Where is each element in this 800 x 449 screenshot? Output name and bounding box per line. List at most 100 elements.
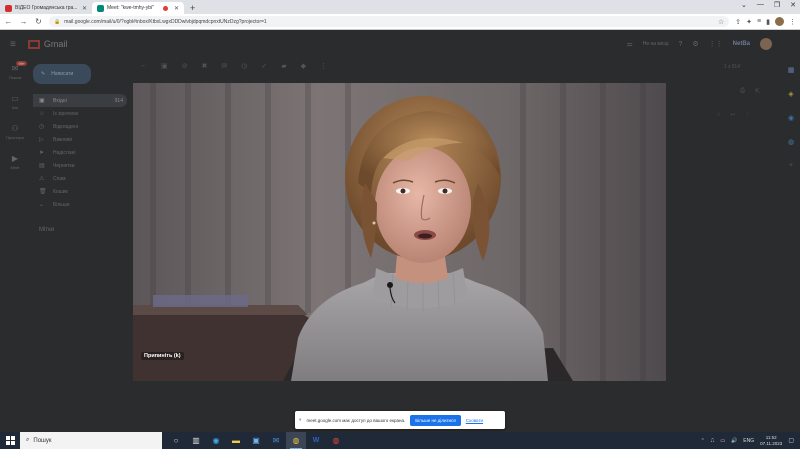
tasks-icon[interactable]: ◉ bbox=[788, 114, 794, 122]
add-addon-icon[interactable]: + bbox=[789, 162, 793, 169]
taskbar-explorer[interactable]: ▬ bbox=[226, 432, 246, 449]
taskbar-widgets[interactable]: ▥ bbox=[186, 432, 206, 449]
hamburger-menu-icon[interactable]: ≡ bbox=[10, 39, 16, 50]
forward-button[interactable]: → bbox=[19, 17, 28, 26]
usb-icon[interactable]: ⎍ bbox=[711, 438, 715, 444]
language-indicator[interactable]: ENG bbox=[743, 438, 754, 444]
folder-trash[interactable]: 🗑 Кошик bbox=[33, 185, 127, 198]
clock-date: 07.11.2023 bbox=[760, 440, 783, 446]
extensions-icon[interactable]: ✦ bbox=[746, 18, 752, 26]
more-icon[interactable]: ⋮ bbox=[320, 62, 327, 70]
minimize-button[interactable]: — bbox=[757, 1, 764, 9]
help-icon[interactable]: ? bbox=[678, 41, 682, 48]
sliders-icon[interactable]: ⚌ bbox=[626, 40, 632, 48]
mark-unread-icon[interactable]: ✉ bbox=[221, 62, 227, 70]
video-player[interactable]: Припиніть (k) bbox=[133, 83, 666, 381]
rail-meet[interactable]: ▶ Meet bbox=[11, 154, 20, 170]
sidepanel-icon[interactable]: ▮ bbox=[766, 18, 770, 26]
rail-spaces[interactable]: ⚇ Простори bbox=[6, 124, 24, 140]
reload-button[interactable]: ↻ bbox=[34, 17, 43, 26]
add-task-icon[interactable]: ✓ bbox=[261, 62, 267, 70]
archive-icon[interactable]: ▣ bbox=[161, 62, 168, 70]
back-button[interactable]: ← bbox=[4, 17, 13, 26]
chevron-down-icon[interactable]: ⌄ bbox=[741, 1, 747, 9]
video-icon: ▶ bbox=[11, 154, 19, 163]
browser-tab-video[interactable]: ВІДЕО Громадянська гра... ✕ bbox=[0, 2, 92, 14]
rail-chat[interactable]: ▭ Чат bbox=[11, 94, 19, 110]
tab-title: Meet: "kwe-tmhy-ybi" bbox=[107, 5, 154, 11]
back-arrow-icon[interactable]: ← bbox=[140, 62, 147, 70]
apps-grid-icon[interactable]: ⋮⋮ bbox=[709, 40, 723, 48]
close-tab-icon[interactable]: ✕ bbox=[174, 5, 179, 12]
folder-label: Відкладені bbox=[53, 123, 78, 130]
bookmark-star-icon[interactable]: ☆ bbox=[718, 18, 724, 26]
url-bar[interactable]: 🔒 mail.google.com/mail/u/0/?ogbl#inbox/K… bbox=[49, 16, 730, 27]
hide-banner-link[interactable]: Сховати bbox=[466, 418, 483, 423]
compose-button[interactable]: ✎ Написати bbox=[33, 64, 91, 84]
folder-important[interactable]: ▷ Важливі bbox=[33, 133, 127, 146]
edge-icon: ◉ bbox=[212, 436, 220, 445]
media-icon[interactable]: ≡ bbox=[757, 18, 761, 25]
folder-drafts[interactable]: ▤ Чернетки bbox=[33, 159, 127, 172]
keep-icon[interactable]: ◈ bbox=[788, 90, 793, 98]
delete-icon[interactable]: ✖ bbox=[202, 62, 208, 70]
drag-handle-icon[interactable]: ⏸ bbox=[299, 417, 302, 423]
chevron-up-icon[interactable]: ⌃ bbox=[701, 438, 705, 444]
start-button[interactable] bbox=[0, 432, 20, 449]
report-icon[interactable]: ⊘ bbox=[182, 62, 188, 70]
folder-more[interactable]: ⌄ Більше bbox=[33, 198, 127, 211]
folder-inbox[interactable]: ▣ Вхідні 914 bbox=[33, 94, 127, 107]
folder-starred[interactable]: ☆ Із зірочкою bbox=[33, 107, 127, 120]
folder-label: Надіслані bbox=[53, 149, 76, 156]
more-icon[interactable]: ⋮ bbox=[745, 112, 750, 118]
chrome-icon: ◍ bbox=[332, 436, 340, 445]
profile-avatar[interactable] bbox=[775, 17, 784, 26]
star-icon[interactable]: ☆ bbox=[716, 112, 720, 118]
browser-tab-meet[interactable]: Meet: "kwe-tmhy-ybi" ✕ bbox=[92, 2, 184, 14]
windows-logo-icon bbox=[5, 436, 15, 445]
folder-sent[interactable]: ➤ Надіслані bbox=[33, 146, 127, 159]
notifications-icon[interactable]: ▢ bbox=[788, 437, 794, 444]
rail-label: Пошта bbox=[8, 75, 22, 80]
new-tab-button[interactable]: + bbox=[184, 2, 201, 14]
draft-icon: ▤ bbox=[39, 163, 45, 169]
account-avatar[interactable] bbox=[760, 38, 772, 50]
tab-favicon-icon bbox=[5, 4, 12, 12]
mail-icon: ✉ bbox=[272, 436, 280, 445]
chevron-down-icon: ⌄ bbox=[39, 202, 45, 208]
restore-button[interactable]: ❐ bbox=[774, 1, 780, 9]
volume-icon[interactable]: 🔊 bbox=[731, 438, 737, 444]
important-icon: ▷ bbox=[39, 137, 44, 143]
taskbar-chrome[interactable]: ◍ bbox=[286, 432, 306, 449]
taskbar-store[interactable]: ▣ bbox=[246, 432, 266, 449]
taskbar-mail[interactable]: ✉ bbox=[266, 432, 286, 449]
move-icon[interactable]: ▰ bbox=[281, 62, 286, 70]
taskbar-word[interactable]: W bbox=[306, 432, 326, 449]
system-clock[interactable]: 11:52 07.11.2023 bbox=[760, 435, 782, 447]
taskbar-chrome-2[interactable]: ◍ bbox=[326, 432, 346, 449]
contacts-icon[interactable]: ◍ bbox=[788, 138, 794, 146]
status-label[interactable]: Не на місці bbox=[643, 41, 669, 47]
rail-label: Простори bbox=[6, 135, 24, 140]
share-icon[interactable]: ⇪ bbox=[735, 18, 741, 26]
open-new-window-icon[interactable]: ⇱ bbox=[755, 88, 760, 95]
taskbar-edge[interactable]: ◉ bbox=[206, 432, 226, 449]
network-icon[interactable]: ▭ bbox=[720, 438, 725, 444]
folder-snoozed[interactable]: ◷ Відкладені bbox=[33, 120, 127, 133]
extensions-area: ⇪ ✦ ≡ ▮ ⋮ bbox=[735, 17, 796, 26]
rail-mail[interactable]: ✉ 99+ Пошта bbox=[8, 61, 28, 80]
label-icon[interactable]: ◆ bbox=[301, 62, 306, 70]
reply-icon[interactable]: ↩ bbox=[731, 112, 735, 118]
snooze-icon[interactable]: ◷ bbox=[241, 62, 247, 70]
calendar-icon[interactable]: ▦ bbox=[788, 66, 795, 74]
close-window-button[interactable]: ✕ bbox=[790, 1, 796, 9]
labels-heading: Мітки bbox=[39, 227, 55, 233]
menu-icon[interactable]: ⋮ bbox=[789, 18, 796, 26]
task-view-button[interactable]: ○ bbox=[166, 432, 186, 449]
stop-sharing-button[interactable]: Більше не ділитися bbox=[410, 414, 461, 426]
close-tab-icon[interactable]: ✕ bbox=[82, 5, 87, 12]
taskbar-search[interactable]: ⌕ Пошук bbox=[20, 432, 162, 449]
folder-spam[interactable]: ⚠ Спам bbox=[33, 172, 127, 185]
gear-icon[interactable]: ⚙ bbox=[692, 40, 698, 48]
print-icon[interactable]: ⎙ bbox=[740, 88, 745, 95]
